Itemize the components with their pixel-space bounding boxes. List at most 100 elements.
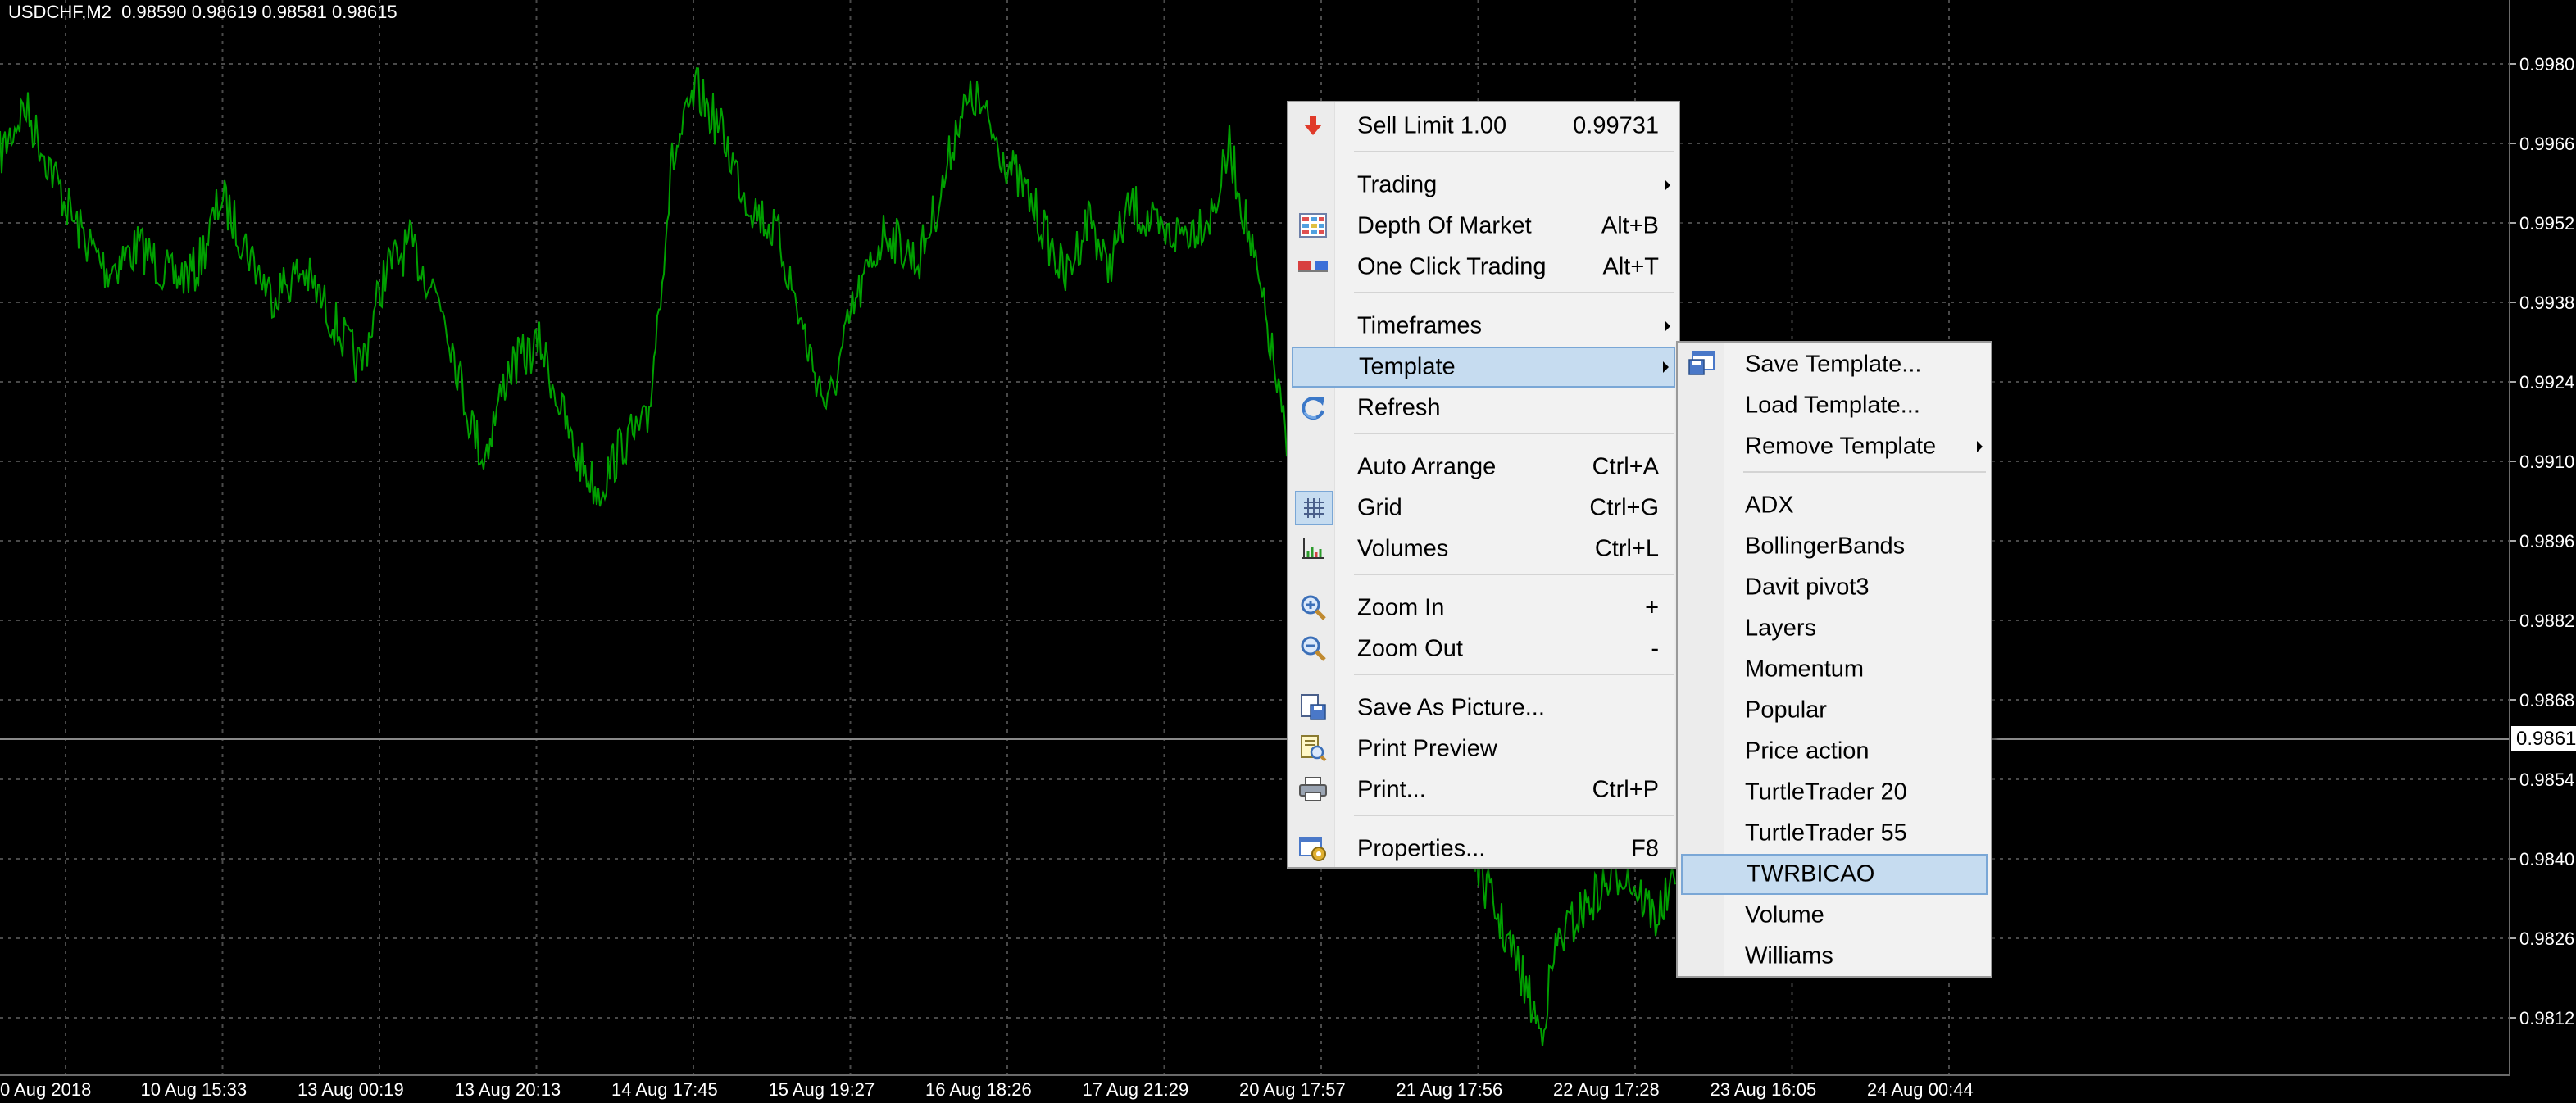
time-tick-label: 16 Aug 18:26 <box>925 1079 1032 1100</box>
menu-item-label: Save As Picture... <box>1357 694 1545 721</box>
menu-item-label: Zoom Out <box>1357 635 1463 662</box>
menu-item-label: Davit pivot3 <box>1745 574 1870 601</box>
refresh-icon <box>1295 391 1331 424</box>
price-scale: 0.9980 0.9966 0.9952 0.9938 0.9924 0.9910 0.98… <box>2510 54 2574 1028</box>
time-tick-label: 0 Aug 2018 <box>0 1079 91 1100</box>
properties-icon <box>1295 832 1331 865</box>
menu-item-print[interactable]: Print... Ctrl+P <box>1292 769 1675 810</box>
menu-item-label: ADX <box>1745 492 1794 519</box>
symbol-info: USDCHF,M2 0.98590 0.98619 0.98581 0.9861… <box>8 2 398 22</box>
menu-item-shortcut: F8 <box>1631 835 1659 862</box>
menu-item-grid[interactable]: Grid Ctrl+G <box>1292 488 1675 529</box>
price-tick-label: 0.9980 <box>2519 54 2574 75</box>
menu-item-refresh[interactable]: Refresh <box>1292 388 1675 429</box>
price-tick-label: 0.9896 <box>2519 531 2574 552</box>
menu-item-save-template[interactable]: Save Template... <box>1681 344 1988 385</box>
time-tick-label: 13 Aug 00:19 <box>298 1079 404 1100</box>
menu-item-template-turtletrader-55[interactable]: TurtleTrader 55 <box>1681 813 1988 854</box>
menu-item-properties[interactable]: Properties... F8 <box>1292 828 1675 869</box>
menu-item-template-price-action[interactable]: Price action <box>1681 731 1988 772</box>
print-preview-icon <box>1295 732 1331 765</box>
time-tick-label: 20 Aug 17:57 <box>1239 1079 1346 1100</box>
menu-item-shortcut: + <box>1645 594 1659 621</box>
menu-item-template[interactable]: Template <box>1292 347 1675 388</box>
volumes-icon <box>1295 532 1331 565</box>
menu-item-shortcut: 0.99731 <box>1573 112 1659 139</box>
menu-separator <box>1354 433 1674 434</box>
menu-item-label: Momentum <box>1745 656 1865 683</box>
menu-item-label: Remove Template <box>1745 433 1937 460</box>
depth-of-market-icon <box>1295 209 1331 242</box>
menu-item-auto-arrange[interactable]: Auto Arrange Ctrl+A <box>1292 447 1675 488</box>
menu-separator <box>1354 815 1674 816</box>
menu-item-one-click-trading[interactable]: One Click Trading Alt+T <box>1292 247 1675 288</box>
time-tick-label: 21 Aug 17:56 <box>1397 1079 1503 1100</box>
price-tick-label: 0.9924 <box>2519 372 2574 393</box>
price-tick-label: 0.9882 <box>2519 611 2574 631</box>
menu-item-zoom-in[interactable]: Zoom In + <box>1292 588 1675 629</box>
menu-item-save-as-picture[interactable]: Save As Picture... <box>1292 688 1675 729</box>
menu-item-label: TurtleTrader 55 <box>1745 819 1907 847</box>
menu-item-zoom-out[interactable]: Zoom Out - <box>1292 629 1675 670</box>
menu-item-template-bollingerbands[interactable]: BollingerBands <box>1681 526 1988 567</box>
menu-separator <box>1354 574 1674 575</box>
menu-item-template-turtletrader-20[interactable]: TurtleTrader 20 <box>1681 772 1988 813</box>
submenu-arrow-icon <box>1665 179 1670 191</box>
time-tick-label: 13 Aug 20:13 <box>455 1079 561 1100</box>
menu-item-depth-of-market[interactable]: Depth Of Market Alt+B <box>1292 206 1675 247</box>
menu-item-shortcut: - <box>1651 635 1659 662</box>
time-tick-label: 14 Aug 17:45 <box>611 1079 718 1100</box>
menu-item-shortcut: Ctrl+L <box>1594 535 1659 562</box>
menu-item-timeframes[interactable]: Timeframes <box>1292 306 1675 347</box>
grid-icon <box>1295 491 1333 525</box>
menu-item-template-adx[interactable]: ADX <box>1681 485 1988 526</box>
menu-item-label: One Click Trading <box>1357 253 1547 280</box>
chart-grid <box>0 0 2510 1075</box>
menu-item-label: Timeframes <box>1357 312 1482 339</box>
menu-item-template-volume[interactable]: Volume <box>1681 895 1988 936</box>
chart-context-menu: Sell Limit 1.00 0.99731 Trading Depth Of Ma… <box>1287 101 1680 869</box>
menu-item-shortcut: Alt+B <box>1601 212 1659 239</box>
time-tick-label: 22 Aug 17:28 <box>1553 1079 1660 1100</box>
menu-item-trading[interactable]: Trading <box>1292 165 1675 206</box>
menu-item-label: Auto Arrange <box>1357 453 1497 480</box>
time-tick-label: 23 Aug 16:05 <box>1711 1079 1817 1100</box>
menu-item-template-layers[interactable]: Layers <box>1681 608 1988 649</box>
sell-arrow-icon <box>1295 109 1331 142</box>
menu-separator <box>1743 471 1986 473</box>
menu-item-volumes[interactable]: Volumes Ctrl+L <box>1292 529 1675 570</box>
menu-item-label: Trading <box>1357 171 1438 198</box>
menu-item-label: Volumes <box>1357 535 1449 562</box>
menu-item-print-preview[interactable]: Print Preview <box>1292 729 1675 769</box>
save-picture-icon <box>1295 691 1331 724</box>
menu-item-label: Layers <box>1745 615 1817 642</box>
menu-item-label: Print Preview <box>1357 735 1497 762</box>
menu-item-label: Depth Of Market <box>1357 212 1532 239</box>
menu-item-load-template[interactable]: Load Template... <box>1681 385 1988 426</box>
menu-item-label: Williams <box>1745 942 1833 969</box>
menu-item-label: Volume <box>1745 901 1824 928</box>
price-tick-label: 0.9868 <box>2519 690 2574 710</box>
time-scale: 0 Aug 2018 10 Aug 15:33 13 Aug 00:19 13 Aug… <box>0 1079 1974 1100</box>
menu-item-template-williams[interactable]: Williams <box>1681 936 1988 977</box>
menu-item-template-twrbicao[interactable]: TWRBICAO <box>1681 854 1988 895</box>
menu-item-template-momentum[interactable]: Momentum <box>1681 649 1988 690</box>
price-tick-label: 0.9840 <box>2519 849 2574 869</box>
price-tick-label: 0.9854 <box>2519 769 2574 790</box>
price-tick-label: 0.9952 <box>2519 213 2574 234</box>
current-price-label: 0.9861 <box>2516 728 2576 750</box>
submenu-arrow-icon <box>1665 320 1670 332</box>
submenu-arrow-icon <box>1977 441 1983 452</box>
menu-item-sell-limit[interactable]: Sell Limit 1.00 0.99731 <box>1292 106 1675 147</box>
time-tick-label: 10 Aug 15:33 <box>141 1079 248 1100</box>
menu-item-label: Save Template... <box>1745 351 1922 378</box>
menu-item-label: Properties... <box>1357 835 1486 862</box>
price-tick-label: 0.9910 <box>2519 452 2574 472</box>
menu-item-template-popular[interactable]: Popular <box>1681 690 1988 731</box>
menu-item-label: Grid <box>1357 494 1402 521</box>
menu-separator <box>1354 292 1674 293</box>
price-tick-label: 0.9812 <box>2519 1008 2574 1028</box>
menu-item-template-davit-pivot3[interactable]: Davit pivot3 <box>1681 567 1988 608</box>
one-click-trading-icon <box>1295 250 1331 283</box>
menu-item-remove-template[interactable]: Remove Template <box>1681 426 1988 467</box>
